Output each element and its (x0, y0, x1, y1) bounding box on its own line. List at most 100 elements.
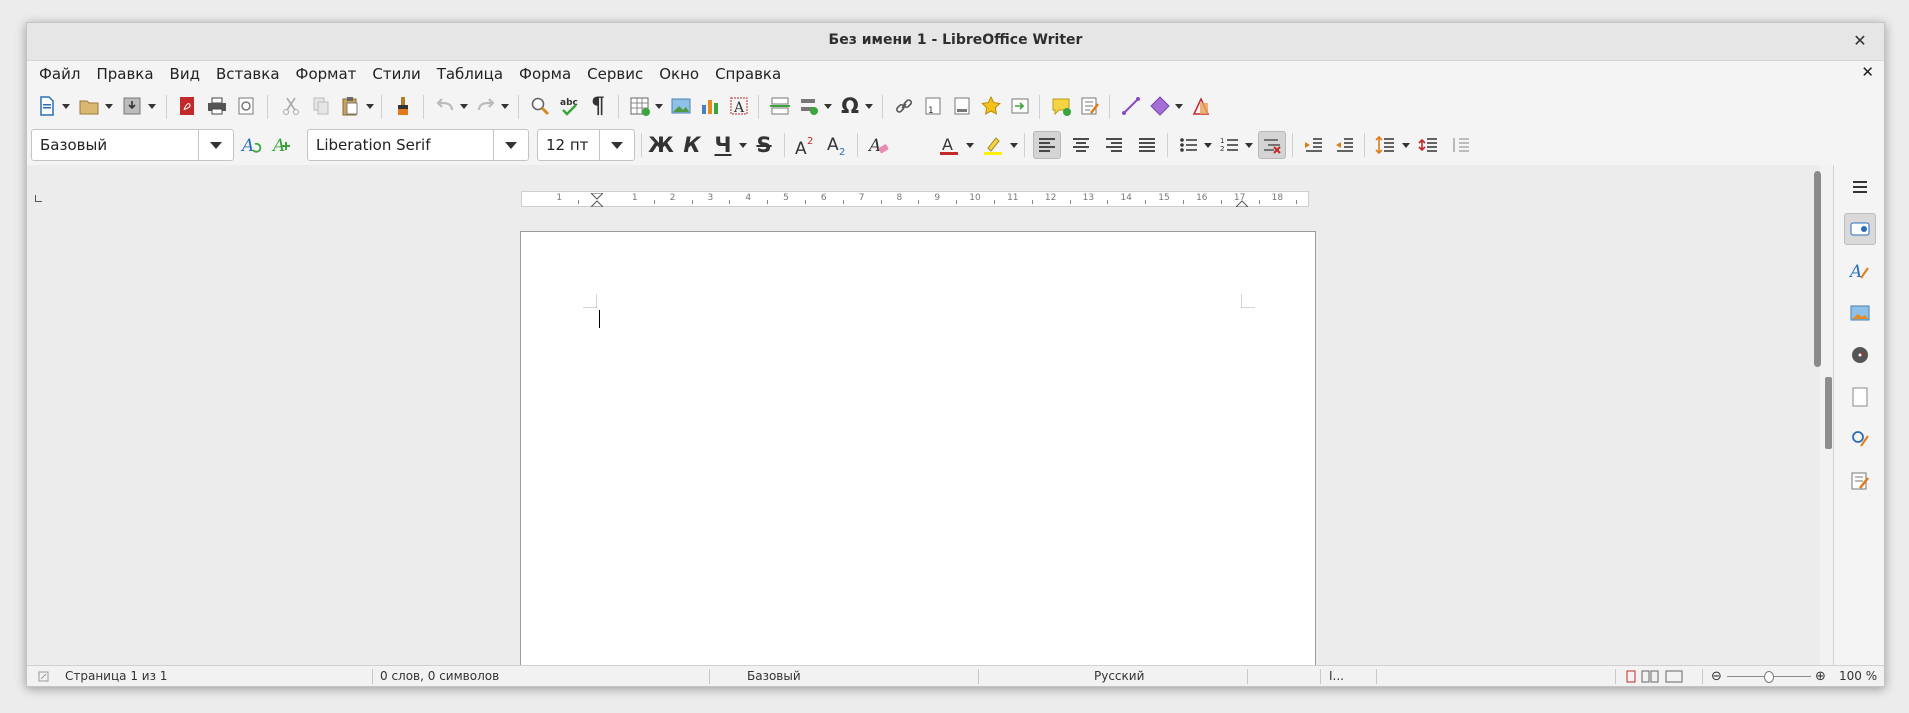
menu-edit[interactable]: Правка (88, 65, 161, 83)
align-center-icon[interactable] (1067, 131, 1095, 159)
navigator-icon[interactable] (1844, 339, 1876, 371)
new-document-icon[interactable] (33, 92, 61, 120)
highlight-color-icon[interactable] (979, 131, 1007, 159)
horizontal-ruler[interactable]: 1 1 2 3 4 5 6 7 8 9 10 11 12 13 14 15 16 17 18 (521, 191, 1309, 207)
line-spacing-icon[interactable] (1372, 131, 1400, 159)
numbered-list-dropdown[interactable] (1244, 131, 1254, 159)
undo-dropdown[interactable] (459, 92, 469, 120)
document-signature-icon[interactable] (38, 671, 49, 682)
clone-formatting-icon[interactable] (389, 92, 417, 120)
basic-shapes-icon[interactable] (1146, 92, 1174, 120)
copy-icon[interactable] (307, 92, 335, 120)
track-changes-icon[interactable] (1076, 92, 1104, 120)
font-name-dropdown-arrow[interactable] (493, 130, 528, 160)
menu-window[interactable]: Окно (651, 65, 707, 83)
document-close-button[interactable]: ✕ (1861, 63, 1874, 81)
font-size-combobox[interactable]: 12 пт (537, 129, 635, 161)
formatting-marks-icon[interactable]: ¶ (584, 92, 612, 120)
increase-paragraph-spacing-icon[interactable] (1415, 131, 1443, 159)
insert-chart-icon[interactable] (696, 92, 724, 120)
align-left-icon[interactable] (1033, 131, 1061, 159)
sidebar-menu-icon[interactable] (1844, 171, 1876, 203)
indent-marker-icon[interactable] (591, 193, 603, 207)
zoom-slider-thumb[interactable] (1764, 671, 1774, 683)
zoom-out-icon[interactable]: ⊖ (1711, 669, 1722, 684)
insert-bookmark-icon[interactable] (977, 92, 1005, 120)
new-style-icon[interactable]: A (268, 131, 296, 159)
font-color-icon[interactable]: A (935, 131, 963, 159)
align-right-icon[interactable] (1100, 131, 1128, 159)
underline-button[interactable]: Ч (709, 131, 737, 159)
language-status[interactable]: Русский (1094, 669, 1144, 683)
cut-icon[interactable] (277, 92, 305, 120)
manage-changes-icon[interactable] (1844, 465, 1876, 497)
open-folder-icon[interactable] (75, 92, 103, 120)
numbered-list-icon[interactable]: 12 (1216, 131, 1244, 159)
insert-field-icon[interactable] (795, 92, 823, 120)
menu-styles[interactable]: Стили (364, 65, 428, 83)
draw-functions-icon[interactable] (1187, 92, 1215, 120)
subscript-icon[interactable]: A2 (823, 131, 851, 159)
font-size-dropdown-arrow[interactable] (599, 130, 634, 160)
insert-table-icon[interactable] (626, 92, 654, 120)
undo-icon[interactable] (431, 92, 459, 120)
menu-form[interactable]: Форма (511, 65, 579, 83)
export-pdf-icon[interactable] (173, 92, 201, 120)
open-dropdown[interactable] (104, 92, 114, 120)
gallery-icon[interactable] (1844, 297, 1876, 329)
zoom-level-status[interactable]: 100 % (1839, 669, 1877, 683)
decrease-indent-icon[interactable] (1331, 131, 1359, 159)
menu-table[interactable]: Таблица (429, 65, 511, 83)
underline-dropdown[interactable] (738, 131, 748, 159)
font-color-dropdown[interactable] (965, 131, 975, 159)
insert-footnote-icon[interactable]: 1 (919, 92, 947, 120)
print-icon[interactable] (203, 92, 231, 120)
page-number-status[interactable]: Страница 1 из 1 (65, 669, 167, 683)
styles-icon[interactable]: A (1844, 255, 1876, 287)
word-count-status[interactable]: 0 слов, 0 символов (380, 669, 499, 683)
insert-textbox-icon[interactable]: A (725, 92, 753, 120)
menu-help[interactable]: Справка (707, 65, 789, 83)
update-style-icon[interactable]: A (237, 131, 265, 159)
menu-file[interactable]: Файл (31, 65, 88, 83)
zoom-in-icon[interactable]: ⊕ (1815, 669, 1826, 684)
properties-icon[interactable] (1844, 213, 1876, 245)
find-replace-icon[interactable] (526, 92, 554, 120)
insert-comment-icon[interactable] (1047, 92, 1075, 120)
document-page[interactable] (520, 231, 1316, 665)
insert-field-dropdown[interactable] (823, 92, 833, 120)
redo-icon[interactable] (472, 92, 500, 120)
no-list-icon[interactable] (1258, 131, 1286, 159)
italic-button[interactable]: К (678, 131, 706, 159)
strikethrough-button[interactable]: S (750, 131, 778, 159)
clear-formatting-icon[interactable]: A (865, 131, 893, 159)
paste-icon[interactable] (336, 92, 364, 120)
menu-view[interactable]: Вид (162, 65, 208, 83)
style-inspector-icon[interactable] (1844, 423, 1876, 455)
justify-icon[interactable] (1133, 131, 1161, 159)
redo-dropdown[interactable] (500, 92, 510, 120)
paste-dropdown[interactable] (365, 92, 375, 120)
menu-format[interactable]: Формат (288, 65, 365, 83)
insert-hyperlink-icon[interactable] (890, 92, 918, 120)
paragraph-style-dropdown-arrow[interactable] (198, 130, 233, 160)
menu-insert[interactable]: Вставка (208, 65, 288, 83)
bullet-list-icon[interactable] (1175, 131, 1203, 159)
bold-button[interactable]: Ж (647, 131, 675, 159)
vertical-scrollbar-thumb[interactable] (1814, 171, 1821, 367)
save-icon[interactable] (118, 92, 146, 120)
save-dropdown[interactable] (147, 92, 157, 120)
superscript-icon[interactable]: A2 (791, 131, 819, 159)
insert-endnote-icon[interactable] (948, 92, 976, 120)
insert-table-dropdown[interactable] (654, 92, 664, 120)
highlight-color-dropdown[interactable] (1009, 131, 1019, 159)
increase-indent-icon[interactable] (1300, 131, 1328, 159)
menu-tools[interactable]: Сервис (579, 65, 651, 83)
decrease-paragraph-spacing-icon[interactable] (1447, 131, 1475, 159)
selection-mode-status[interactable]: I... (1329, 669, 1344, 683)
page-style-status[interactable]: Базовый (747, 669, 801, 683)
tab-stop-selector[interactable] (35, 195, 42, 202)
insert-line-icon[interactable] (1117, 92, 1145, 120)
special-character-dropdown[interactable] (864, 92, 874, 120)
window-close-button[interactable]: ✕ (1848, 29, 1872, 53)
